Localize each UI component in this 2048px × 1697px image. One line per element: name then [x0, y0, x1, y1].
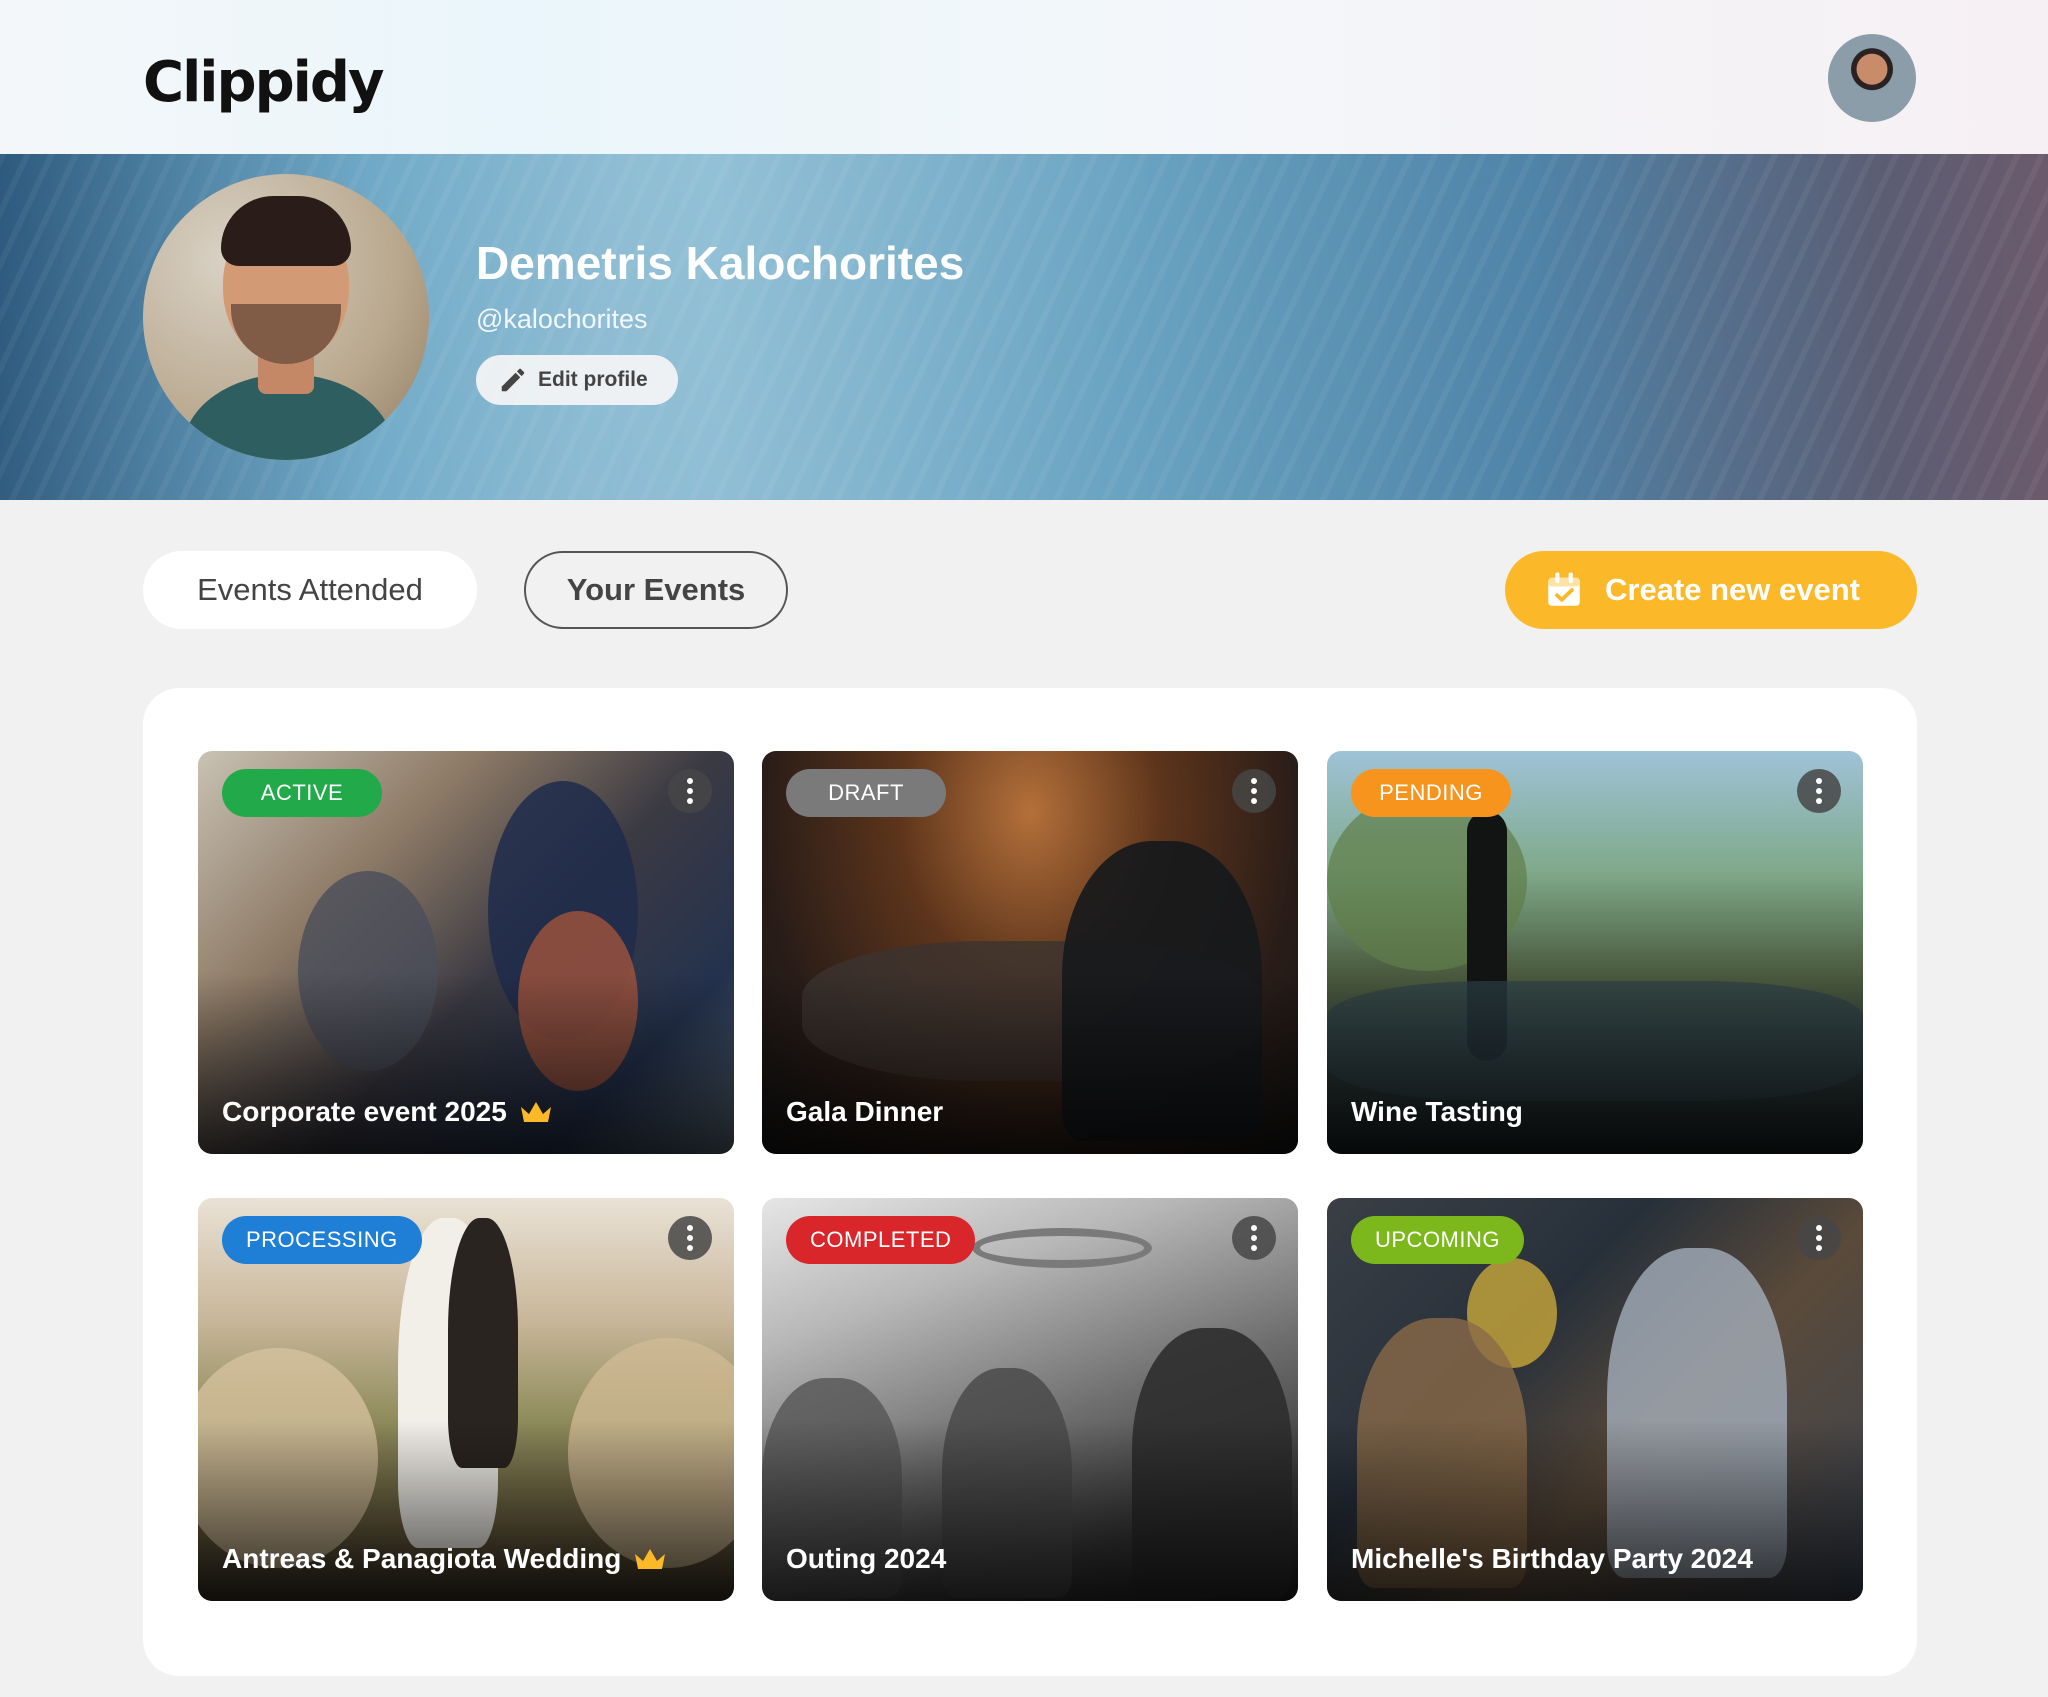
- event-title: Michelle's Birthday Party 2024: [1351, 1543, 1753, 1574]
- event-title: Corporate event 2025: [222, 1096, 507, 1127]
- event-card[interactable]: PROCESSING Antreas & Panagiota Wedding: [198, 1198, 734, 1601]
- tab-your-events[interactable]: Your Events: [524, 551, 788, 629]
- more-options-button[interactable]: [1797, 769, 1841, 813]
- event-title: Antreas & Panagiota Wedding: [222, 1543, 622, 1574]
- profile-photo: [143, 174, 429, 460]
- event-card[interactable]: ACTIVE Corporate event 2025: [198, 751, 734, 1154]
- more-options-button[interactable]: [1232, 1216, 1276, 1260]
- status-badge: ACTIVE: [222, 769, 382, 817]
- user-avatar[interactable]: [1828, 34, 1916, 122]
- event-title: Outing 2024: [786, 1543, 947, 1574]
- more-vertical-icon: [1251, 778, 1257, 784]
- more-vertical-icon: [1251, 1225, 1257, 1231]
- events-panel: ACTIVE Corporate event 2025 DRAFT Gala D…: [143, 688, 1917, 1676]
- app-logo[interactable]: Clippidy: [143, 50, 384, 115]
- top-bar: Clippidy: [0, 0, 2048, 154]
- event-title-row: Outing 2024: [786, 1543, 946, 1575]
- more-options-button[interactable]: [668, 769, 712, 813]
- edit-profile-button[interactable]: Edit profile: [476, 355, 678, 405]
- event-title-row: Gala Dinner: [786, 1096, 943, 1128]
- more-vertical-icon: [687, 1225, 693, 1231]
- calendar-check-icon: [1548, 572, 1580, 606]
- status-badge: PROCESSING: [222, 1216, 422, 1264]
- more-vertical-icon: [1816, 778, 1822, 784]
- profile-banner: Demetris Kalochorites @kalochorites Edit…: [0, 154, 2048, 500]
- profile-name: Demetris Kalochorites: [476, 237, 965, 289]
- pencil-icon: [501, 368, 525, 392]
- status-badge: PENDING: [1351, 769, 1511, 817]
- event-card[interactable]: PENDING Wine Tasting: [1327, 751, 1863, 1154]
- more-options-button[interactable]: [668, 1216, 712, 1260]
- event-title-row: Wine Tasting: [1351, 1096, 1523, 1128]
- status-badge: COMPLETED: [786, 1216, 976, 1264]
- more-vertical-icon: [1816, 1225, 1822, 1231]
- event-title: Wine Tasting: [1351, 1096, 1523, 1127]
- more-options-button[interactable]: [1797, 1216, 1841, 1260]
- more-vertical-icon: [687, 778, 693, 784]
- status-badge: UPCOMING: [1351, 1216, 1524, 1264]
- create-new-event-button[interactable]: Create new event: [1505, 551, 1917, 629]
- profile-handle: @kalochorites: [476, 304, 648, 334]
- event-title-row: Antreas & Panagiota Wedding: [222, 1543, 667, 1575]
- event-card[interactable]: DRAFT Gala Dinner: [762, 751, 1298, 1154]
- event-title-row: Michelle's Birthday Party 2024: [1351, 1543, 1753, 1575]
- crown-icon: [520, 1102, 551, 1122]
- more-options-button[interactable]: [1232, 769, 1276, 813]
- status-badge: DRAFT: [786, 769, 946, 817]
- event-card[interactable]: COMPLETED Outing 2024: [762, 1198, 1298, 1601]
- event-title: Gala Dinner: [786, 1096, 944, 1127]
- tab-events-attended[interactable]: Events Attended: [143, 551, 477, 629]
- event-title-row: Corporate event 2025: [222, 1096, 553, 1128]
- create-new-event-label: Create new event: [1605, 572, 1860, 607]
- edit-profile-label: Edit profile: [538, 368, 648, 391]
- event-card[interactable]: UPCOMING Michelle's Birthday Party 2024: [1327, 1198, 1863, 1601]
- crown-icon: [635, 1549, 666, 1569]
